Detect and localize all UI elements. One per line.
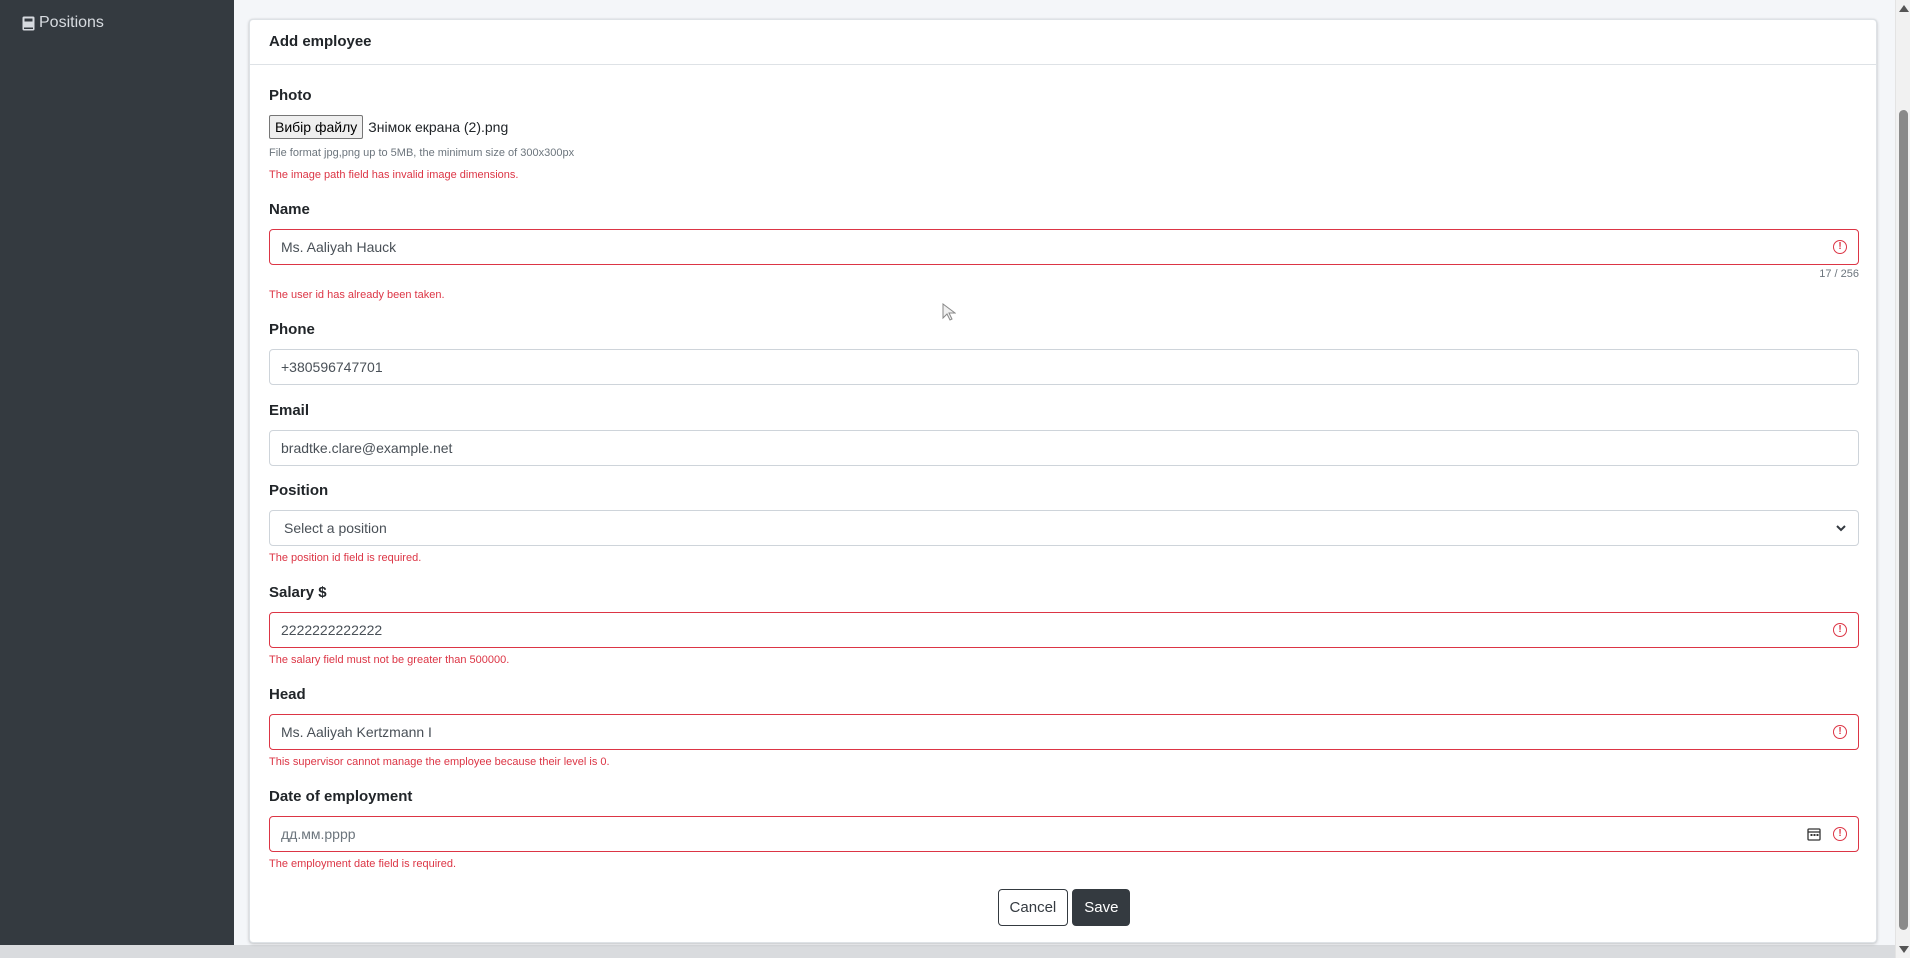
position-select[interactable]: Select a position: [269, 510, 1859, 546]
sidebar-item-positions[interactable]: Positions: [22, 14, 104, 32]
head-value: Ms. Aaliyah Kertzmann I: [281, 724, 432, 740]
employment-date-placeholder: дд.мм.рррр: [281, 826, 356, 842]
position-label: Position: [269, 482, 329, 499]
photo-hint: File format jpg,png up to 5MB, the minim…: [269, 147, 575, 159]
name-label: Name: [269, 201, 310, 218]
chevron-down-icon: [1835, 522, 1847, 534]
photo-error: The image path field has invalid image d…: [269, 169, 519, 181]
photo-label: Photo: [269, 87, 312, 104]
phone-value: +380596747701: [281, 359, 383, 375]
sidebar: Positions: [0, 0, 234, 945]
head-label: Head: [269, 686, 306, 703]
error-icon: !: [1833, 623, 1847, 637]
position-error: The position id field is required.: [269, 552, 422, 564]
scroll-down-arrow-icon[interactable]: [1899, 946, 1909, 953]
phone-label: Phone: [269, 321, 315, 338]
salary-error: The salary field must not be greater tha…: [269, 654, 510, 666]
vertical-scrollbar[interactable]: [1895, 0, 1910, 958]
error-icon: !: [1833, 725, 1847, 739]
error-icon: !: [1833, 240, 1847, 254]
head-error: This supervisor cannot manage the employ…: [269, 756, 610, 768]
email-input[interactable]: bradtke.clare@example.net: [269, 430, 1859, 466]
position-selected: Select a position: [284, 520, 387, 536]
choose-file-button[interactable]: Вибір файлу: [269, 115, 364, 139]
email-label: Email: [269, 402, 310, 419]
selected-file-name: Знімок екрана (2).png: [368, 119, 509, 135]
head-input[interactable]: Ms. Aaliyah Kertzmann I !: [269, 714, 1859, 750]
email-value: bradtke.clare@example.net: [281, 440, 453, 456]
cancel-button[interactable]: Cancel: [997, 889, 1069, 926]
calendar-icon[interactable]: [1807, 827, 1821, 841]
book-icon: [22, 16, 35, 31]
name-value: Ms. Aaliyah Hauck: [281, 239, 397, 255]
salary-input[interactable]: 2222222222222 !: [269, 612, 1859, 648]
error-icon: !: [1833, 827, 1847, 841]
bottom-strip: [0, 945, 1895, 958]
sidebar-item-label: Positions: [39, 14, 104, 31]
phone-input[interactable]: +380596747701: [269, 349, 1859, 385]
form-actions: Cancel Save: [269, 889, 1859, 926]
save-button[interactable]: Save: [1072, 889, 1131, 926]
scroll-up-arrow-icon[interactable]: [1899, 5, 1909, 12]
photo-file-row: Вибір файлу Знімок екрана (2).png: [269, 115, 508, 139]
card-title: Add employee: [250, 20, 1876, 65]
employment-date-error: The employment date field is required.: [269, 858, 457, 870]
employment-date-input[interactable]: дд.мм.рррр !: [269, 816, 1859, 852]
mouse-pointer-icon: [942, 303, 957, 321]
name-error: The user id has already been taken.: [269, 289, 445, 301]
add-employee-card: Add employee Photo Вибір файлу Знімок ек…: [249, 19, 1877, 943]
scrollbar-thumb[interactable]: [1899, 110, 1908, 930]
salary-label: Salary $: [269, 584, 327, 601]
name-input[interactable]: Ms. Aaliyah Hauck !: [269, 229, 1859, 265]
salary-value: 2222222222222: [281, 622, 383, 638]
employment-date-label: Date of employment: [269, 788, 413, 805]
name-char-counter: 17 / 256: [1819, 268, 1859, 280]
top-strip: [234, 0, 1895, 4]
